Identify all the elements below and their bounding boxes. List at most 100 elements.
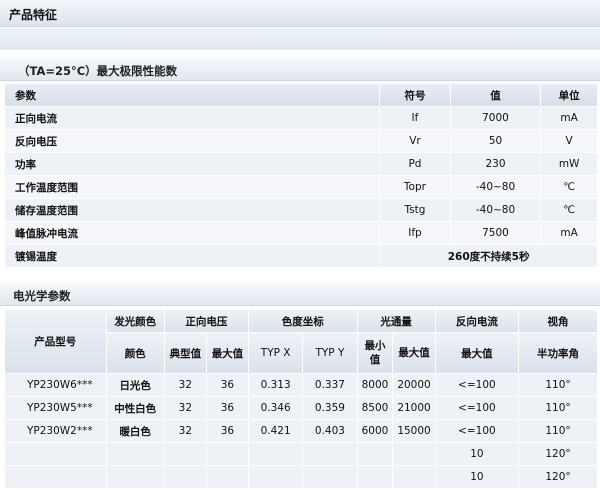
table-row: 正向电流 If 7000 mA xyxy=(5,107,597,129)
section-title-max-ratings: （TA=25°C）最大极限性能数 xyxy=(18,64,178,78)
param-symbol: If xyxy=(380,107,450,129)
cell-vf-max: 36 xyxy=(206,397,248,419)
header-color-group: 发光颜色 xyxy=(106,310,164,332)
subheader-ir-max: 最大值 xyxy=(435,333,519,373)
subheader-vf-typ: 典型值 xyxy=(164,333,206,373)
cell-y: 0.403 xyxy=(303,420,357,442)
cell-empty xyxy=(357,466,393,488)
subheader-typ-x: TYP X xyxy=(248,333,303,373)
cell-vf-typ: 32 xyxy=(164,420,206,442)
subheader-flux-max: 最大值 xyxy=(393,333,435,373)
table-row: YP230W2*** 暖白色 32 36 0.421 0.403 6000 15… xyxy=(5,420,597,442)
cell-color: 暖白色 xyxy=(106,420,164,442)
param-unit: mA xyxy=(541,222,597,244)
table-row: 反向电压 Vr 50 V xyxy=(5,130,597,152)
param-value: 7500 xyxy=(450,222,541,244)
param-name: 功率 xyxy=(5,153,380,175)
table-row: 镀锡温度 260度不持续5秒 xyxy=(5,245,597,267)
table-row: 工作温度范围 Topr -40~80 ℃ xyxy=(5,176,597,198)
subheader-vf-max: 最大值 xyxy=(206,333,248,373)
cell-empty xyxy=(303,466,357,488)
cell-vf-max: 36 xyxy=(206,420,248,442)
cell-empty xyxy=(206,443,248,465)
cell-empty xyxy=(206,466,248,488)
page-title-bar: 产品特征 xyxy=(0,0,600,27)
param-value: 230 xyxy=(450,153,541,175)
table-row: 储存温度范围 Tstg -40~80 ℃ xyxy=(5,199,597,221)
cell-empty xyxy=(357,443,393,465)
cell-flux-max: 21000 xyxy=(393,397,435,419)
cell-color: 日光色 xyxy=(106,374,164,396)
cell-model: YP230W5*** xyxy=(5,397,106,419)
param-value: -40~80 xyxy=(450,176,541,198)
cell-x: 0.346 xyxy=(248,397,303,419)
cell-x: 0.313 xyxy=(248,374,303,396)
cell-empty xyxy=(106,466,164,488)
table-row: 功率 Pd 230 mW xyxy=(5,153,597,175)
cell-ir: <=100 xyxy=(435,420,519,442)
param-value: 50 xyxy=(450,130,541,152)
table-row: 10 120° xyxy=(5,443,597,465)
header-value: 值 xyxy=(450,84,541,106)
table-header-row: 产品型号 发光颜色 正向电压 色度坐标 光通量 反向电流 视角 xyxy=(5,310,597,373)
section-header-max-ratings: （TA=25°C）最大极限性能数 xyxy=(0,57,600,81)
param-symbol: Vr xyxy=(380,130,450,152)
param-name: 工作温度范围 xyxy=(5,176,380,198)
header-symbol: 符号 xyxy=(380,84,450,106)
cell-empty xyxy=(303,443,357,465)
param-unit: V xyxy=(541,130,597,152)
cell-empty xyxy=(5,466,106,488)
cell-empty xyxy=(248,443,303,465)
cell-ir: 10 xyxy=(435,443,519,465)
cell-empty xyxy=(393,443,435,465)
cell-model: YP230W2*** xyxy=(5,420,106,442)
cell-empty xyxy=(248,466,303,488)
param-value: -40~80 xyxy=(450,199,541,221)
header-reverse-current: 反向电流 xyxy=(435,310,519,332)
header-view-angle: 视角 xyxy=(519,310,597,332)
table-row: YP230W6*** 日光色 32 36 0.313 0.337 8000 20… xyxy=(5,374,597,396)
cell-angle: 110° xyxy=(519,397,597,419)
table-row: 峰值脉冲电流 Ifp 7500 mA xyxy=(5,222,597,244)
param-name: 反向电压 xyxy=(5,130,380,152)
header-forward-voltage: 正向电压 xyxy=(164,310,248,332)
cell-model: YP230W6*** xyxy=(5,374,106,396)
param-unit: ℃ xyxy=(541,176,597,198)
max-ratings-table: 参数 符号 值 单位 正向电流 If 7000 mA 反向电压 Vr 50 V … xyxy=(4,83,598,268)
cell-flux-max: 15000 xyxy=(393,420,435,442)
param-unit: mA xyxy=(541,107,597,129)
header-unit: 单位 xyxy=(541,84,597,106)
spacer-band xyxy=(0,28,600,50)
section-header-electro-optical: 电光学参数 xyxy=(0,282,600,306)
table-row: 10 120° xyxy=(5,466,597,488)
cell-angle: 120° xyxy=(519,466,597,488)
cell-ir: <=100 xyxy=(435,374,519,396)
solder-value: 260度不持续5秒 xyxy=(380,245,597,267)
param-unit: mW xyxy=(541,153,597,175)
cell-color: 中性白色 xyxy=(106,397,164,419)
table-header-row: 参数 符号 值 单位 xyxy=(5,84,597,106)
electro-optical-table: 产品型号 发光颜色 正向电压 色度坐标 光通量 反向电流 视角 颜色 典型值 最… xyxy=(4,309,598,489)
param-symbol: Ifp xyxy=(380,222,450,244)
cell-angle: 120° xyxy=(519,443,597,465)
cell-ir: <=100 xyxy=(435,397,519,419)
subheader-color: 颜色 xyxy=(106,333,164,373)
cell-y: 0.359 xyxy=(303,397,357,419)
cell-empty xyxy=(5,443,106,465)
cell-vf-typ: 32 xyxy=(164,397,206,419)
cell-ir: 10 xyxy=(435,466,519,488)
cell-empty xyxy=(164,443,206,465)
param-symbol: Topr xyxy=(380,176,450,198)
cell-vf-max: 36 xyxy=(206,374,248,396)
param-symbol: Pd xyxy=(380,153,450,175)
header-parameter: 参数 xyxy=(5,84,380,106)
cell-y: 0.337 xyxy=(303,374,357,396)
cell-vf-typ: 32 xyxy=(164,374,206,396)
cell-flux-min: 8500 xyxy=(357,397,393,419)
param-name: 镀锡温度 xyxy=(5,245,380,267)
cell-angle: 110° xyxy=(519,420,597,442)
subheader-half-power-angle: 半功率角 xyxy=(519,333,597,373)
param-value: 7000 xyxy=(450,107,541,129)
cell-flux-min: 6000 xyxy=(357,420,393,442)
cell-flux-max: 20000 xyxy=(393,374,435,396)
